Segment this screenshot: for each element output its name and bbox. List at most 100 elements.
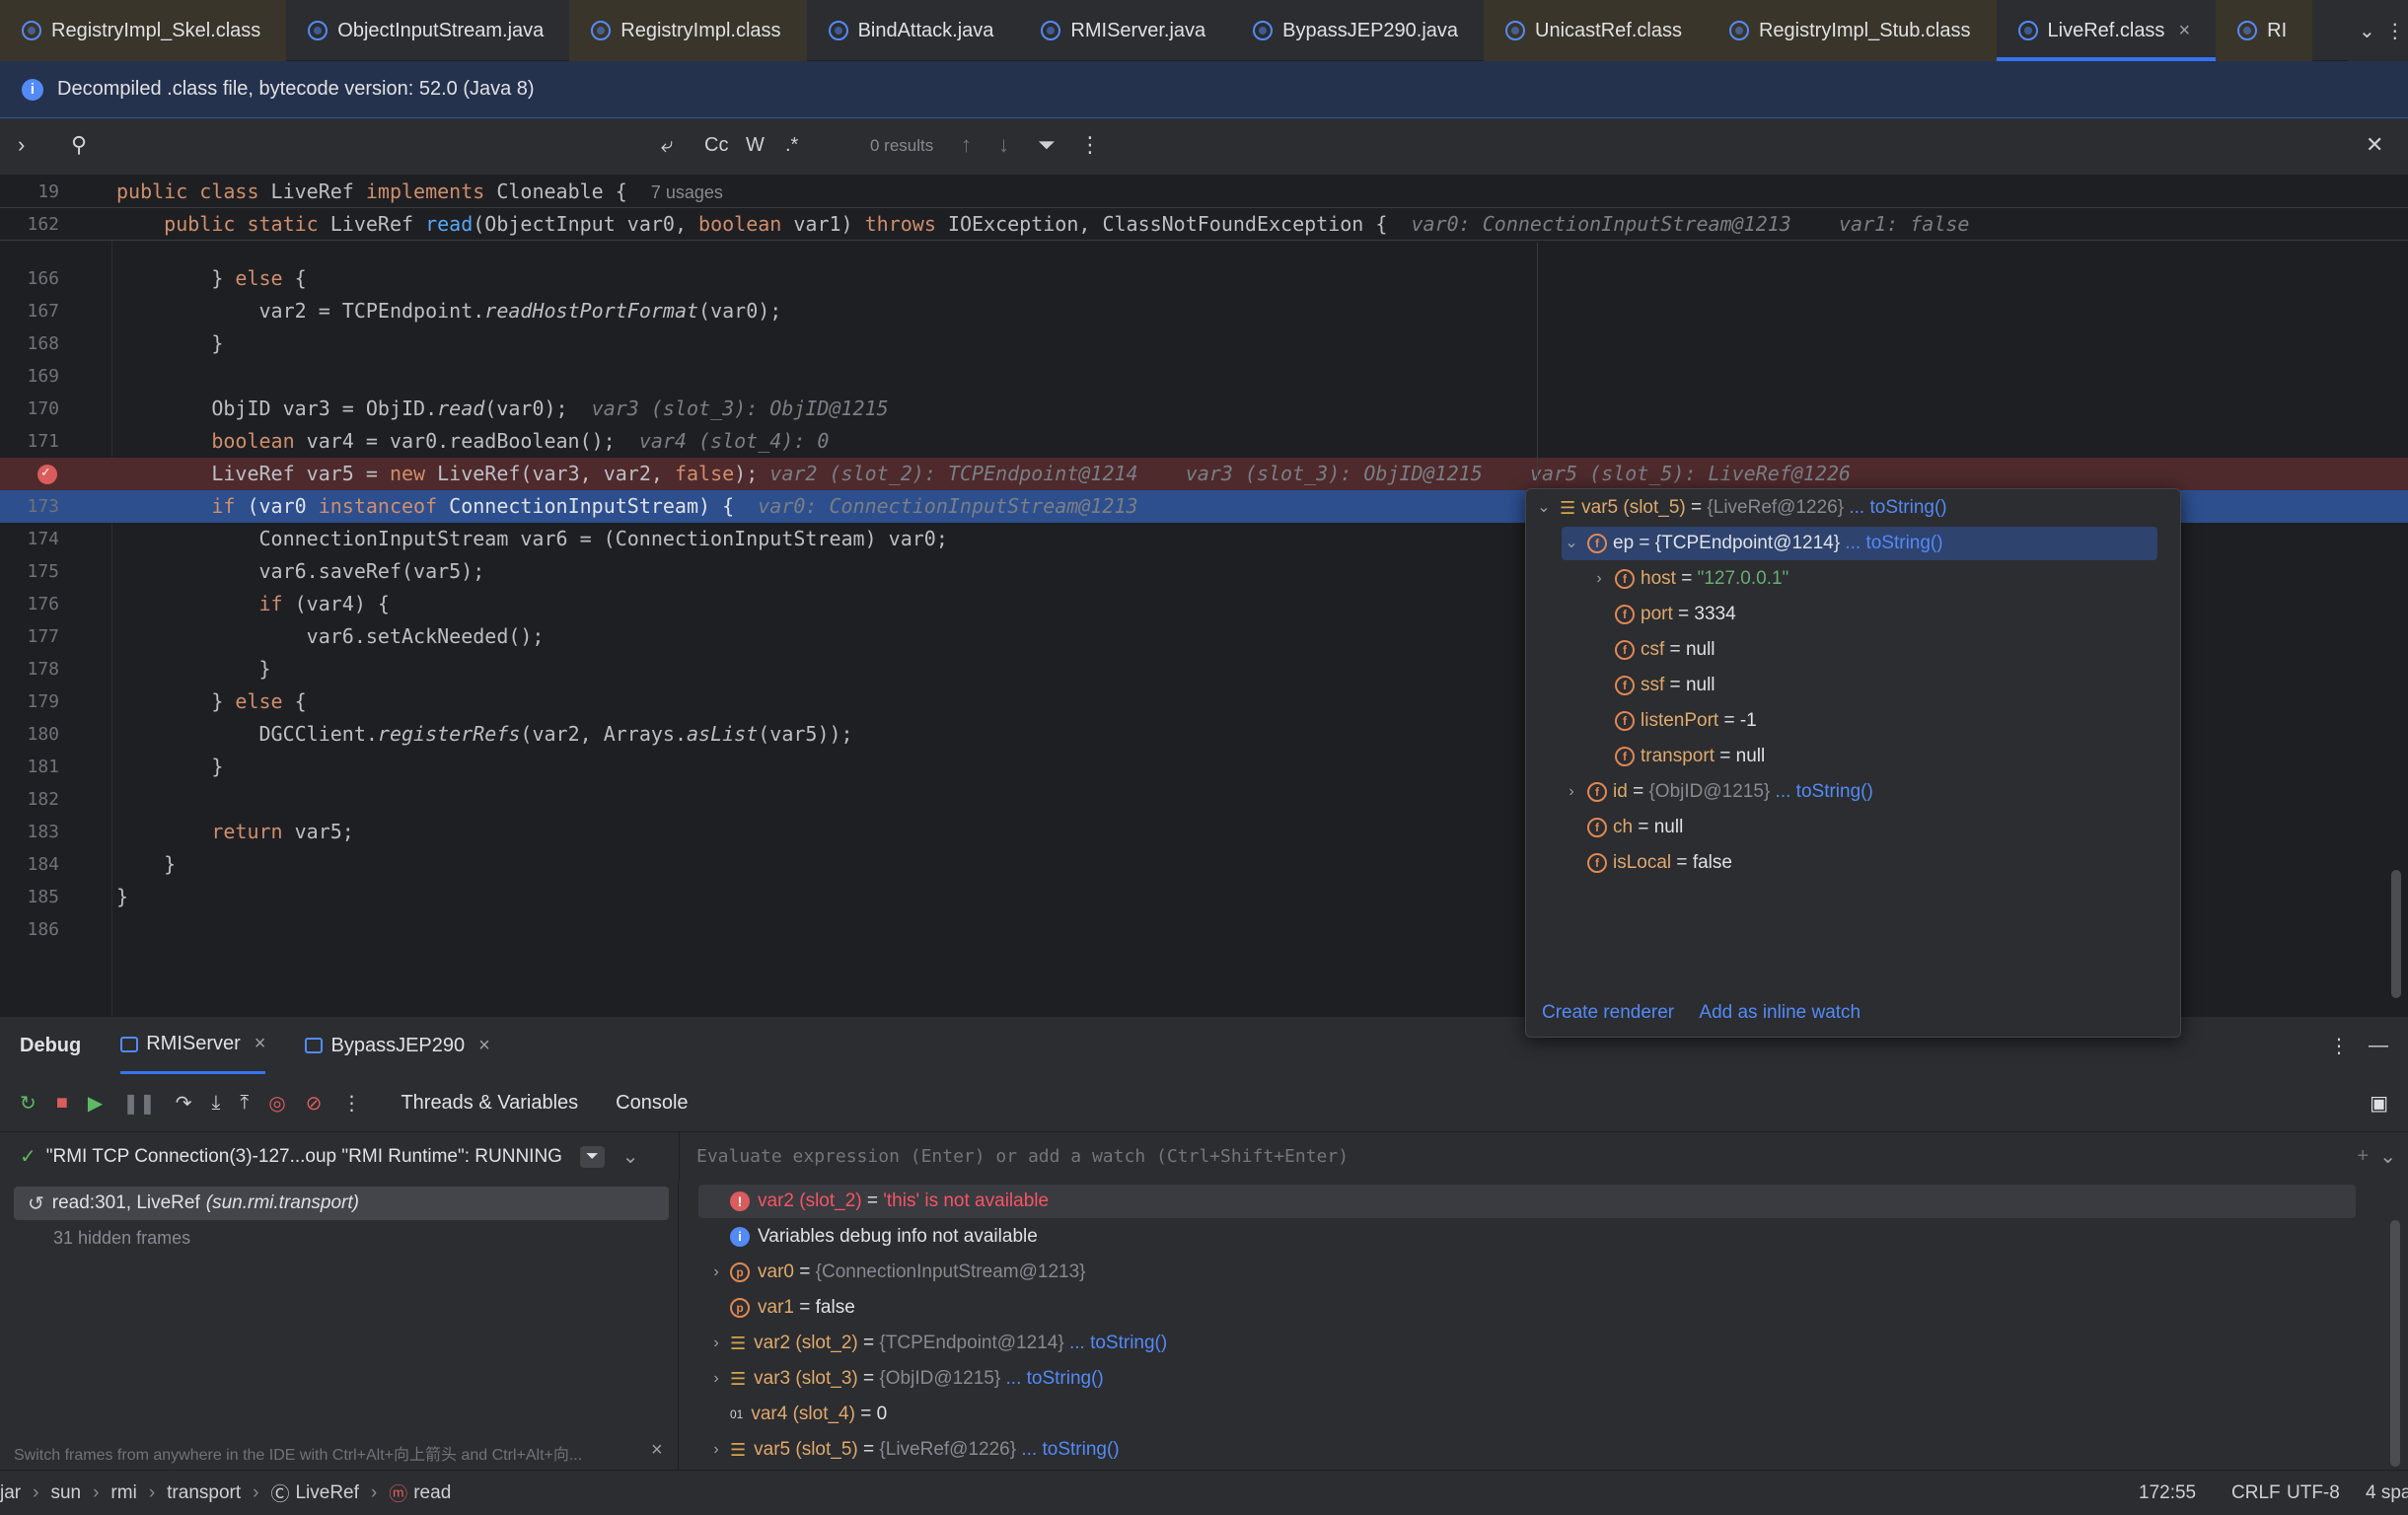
stop-icon[interactable]: ■: [56, 1092, 68, 1115]
rerun-icon[interactable]: ↻: [20, 1091, 36, 1116]
popup-var-row[interactable]: f isLocal = false: [1562, 846, 1732, 880]
popup-var-row[interactable]: f port = 3334: [1589, 598, 1736, 631]
create-renderer-link[interactable]: Create renderer: [1542, 1002, 1674, 1023]
editor-tab[interactable]: RMIServer.java: [1019, 0, 1231, 61]
step-out-icon[interactable]: ⤒: [240, 1092, 249, 1115]
breadcrumb-item[interactable]: rmi: [110, 1482, 136, 1504]
popup-var-row[interactable]: f ch = null: [1562, 811, 1683, 844]
breadcrumb-item[interactable]: jar: [0, 1482, 21, 1504]
step-into-icon[interactable]: ⤓: [212, 1092, 221, 1115]
popup-var-row[interactable]: f csf = null: [1589, 633, 1715, 667]
close-tip-icon[interactable]: ×: [651, 1439, 663, 1462]
to-string-link[interactable]: ... toString(): [1840, 527, 1942, 560]
view-breakpoints-icon[interactable]: ◎: [268, 1091, 285, 1116]
breadcrumb-item[interactable]: LiveRef: [295, 1482, 358, 1504]
new-line-icon[interactable]: ⤶: [661, 132, 673, 158]
editor-tab[interactable]: UnicastRef.class: [1484, 0, 1708, 61]
popup-var-row[interactable]: f ssf = null: [1589, 669, 1715, 702]
hidden-frames-label[interactable]: 31 hidden frames: [53, 1228, 190, 1249]
step-over-icon[interactable]: ↷: [176, 1091, 192, 1116]
expand-chevron-icon[interactable]: ⌄: [1562, 527, 1581, 560]
thread-selector[interactable]: ✓ "RMI TCP Connection(3)-127...oup "RMI …: [0, 1131, 679, 1181]
expand-chevron-icon[interactable]: ›: [702, 1433, 730, 1467]
editor-tab[interactable]: RegistryImpl_Skel.class: [0, 0, 287, 61]
next-occurrence-icon[interactable]: ↓: [998, 132, 1009, 158]
popup-var-row[interactable]: ⌄ ☰ var5 (slot_5) = {LiveRef@1226} ... toS…: [1534, 491, 1946, 525]
to-string-link[interactable]: ... toString(): [1064, 1327, 1167, 1360]
previous-occurrence-icon[interactable]: ↑: [961, 132, 972, 158]
more-icon[interactable]: ⋮: [2385, 19, 2405, 43]
popup-var-row[interactable]: f listenPort = -1: [1589, 704, 1757, 738]
code-line[interactable]: 167 var2 = TCPEndpoint.readHostPortForma…: [0, 295, 2408, 327]
expand-chevron-icon[interactable]: ›: [1589, 562, 1609, 596]
close-find-icon[interactable]: ✕: [2366, 132, 2383, 158]
filter-icon[interactable]: ⏷: [1038, 132, 1056, 158]
resume-icon[interactable]: ▶: [88, 1091, 103, 1116]
code-line[interactable]: LiveRef var5 = new LiveRef(var3, var2, f…: [0, 457, 2408, 490]
chevron-down-icon[interactable]: ⌄: [2359, 19, 2375, 43]
variable-row[interactable]: 01 var4 (slot_4) = 0: [702, 1398, 887, 1431]
tab-console[interactable]: Console: [616, 1092, 688, 1115]
breadcrumb-item[interactable]: transport: [167, 1482, 241, 1504]
sticky-line[interactable]: 162 public static LiveRef read(ObjectInp…: [0, 208, 2408, 241]
expand-chevron-icon[interactable]: ›: [1562, 775, 1581, 809]
chevron-down-icon[interactable]: ⌄: [2379, 1144, 2396, 1169]
editor-tab[interactable]: RI: [2216, 0, 2313, 61]
minimize-icon[interactable]: —: [2369, 1035, 2388, 1057]
editor-tab[interactable]: ObjectInputStream.java: [286, 0, 569, 61]
breadcrumb-item[interactable]: sun: [50, 1482, 81, 1504]
tab-threads-variables[interactable]: Threads & Variables: [401, 1092, 578, 1115]
variable-row[interactable]: ! var2 (slot_2) = 'this' is not available: [702, 1185, 1049, 1218]
close-icon[interactable]: ×: [478, 1035, 490, 1057]
variables-scrollbar[interactable]: [2390, 1220, 2400, 1467]
layout-icon[interactable]: ▣: [2370, 1091, 2388, 1116]
editor-tab[interactable]: BindAttack.java: [807, 0, 1020, 61]
popup-var-row[interactable]: f transport = null: [1589, 740, 1765, 773]
add-watch-icon[interactable]: +: [2357, 1145, 2369, 1168]
sticky-line[interactable]: 19 public class LiveRef implements Clonea…: [0, 176, 2408, 208]
to-string-link[interactable]: ... toString(): [1844, 491, 1946, 525]
to-string-link[interactable]: ... toString(): [1000, 1362, 1104, 1396]
more-icon[interactable]: ⋮: [2329, 1034, 2349, 1058]
session-tab-rmiserver[interactable]: RMIServer ×: [120, 1017, 266, 1074]
indent-setting[interactable]: 4 spa: [2366, 1482, 2408, 1504]
filter-icon[interactable]: ⏷: [579, 1145, 605, 1168]
variable-row[interactable]: › ☰ var5 (slot_5) = {LiveRef@1226} ... toS…: [702, 1433, 1119, 1467]
breakpoint-icon[interactable]: [37, 457, 57, 489]
code-line[interactable]: 168 }: [0, 327, 2408, 360]
popup-var-row[interactable]: › f host = "127.0.0.1": [1589, 562, 1788, 596]
add-inline-watch-link[interactable]: Add as inline watch: [1699, 1002, 1861, 1023]
frame-item[interactable]: ↺ read:301, LiveRef (sun.rmi.transport): [14, 1187, 669, 1220]
pause-icon[interactable]: ❚❚: [122, 1091, 156, 1116]
editor-tab[interactable]: LiveRef.class ×: [1996, 0, 2217, 61]
variable-row[interactable]: › ☰ var2 (slot_2) = {TCPEndpoint@1214} ...…: [702, 1327, 1167, 1360]
chevron-down-icon[interactable]: ⌄: [622, 1144, 639, 1169]
match-case-toggle[interactable]: Cc: [704, 134, 728, 157]
code-line[interactable]: 166 } else {: [0, 262, 2408, 295]
to-string-link[interactable]: ... toString(): [1016, 1433, 1119, 1467]
variable-row[interactable]: › ☰ var3 (slot_3) = {ObjID@1215} ... toStr…: [702, 1362, 1104, 1396]
cursor-position[interactable]: 172:55: [2139, 1482, 2196, 1504]
more-actions-icon[interactable]: ⋮: [341, 1091, 361, 1116]
session-tab-bypassjep290[interactable]: BypassJEP290 ×: [305, 1035, 490, 1057]
breadcrumb-item[interactable]: read: [413, 1482, 451, 1504]
regex-toggle[interactable]: .*: [785, 134, 798, 157]
variable-row[interactable]: p var1 = false: [702, 1291, 855, 1325]
words-toggle[interactable]: W: [746, 134, 765, 157]
evaluate-bar[interactable]: + ⌄: [679, 1131, 2408, 1181]
close-icon[interactable]: ×: [255, 1033, 266, 1055]
variable-row[interactable]: › p var0 = {ConnectionInputStream@1213}: [702, 1256, 1086, 1289]
expand-chevron-icon[interactable]: ›: [702, 1327, 730, 1360]
editor-tab[interactable]: RegistryImpl.class: [569, 0, 807, 61]
code-line[interactable]: 169: [0, 360, 2408, 393]
expand-chevron-icon[interactable]: ›: [702, 1256, 730, 1289]
search-history-icon[interactable]: ⚲: [71, 132, 87, 158]
file-encoding[interactable]: UTF-8: [2287, 1482, 2340, 1504]
to-string-link[interactable]: ... toString(): [1770, 775, 1873, 809]
popup-var-row[interactable]: ⌄ f ep = {TCPEndpoint@1214} ... toString(): [1562, 527, 2157, 560]
variable-row[interactable]: i Variables debug info not available: [702, 1220, 1038, 1254]
expand-chevron-icon[interactable]: ⌄: [1534, 491, 1554, 525]
code-line[interactable]: 171 boolean var4 = var0.readBoolean(); v…: [0, 425, 2408, 458]
editor-tab[interactable]: RegistryImpl_Stub.class: [1707, 0, 1997, 61]
mute-breakpoints-icon[interactable]: ⊘: [306, 1091, 323, 1116]
